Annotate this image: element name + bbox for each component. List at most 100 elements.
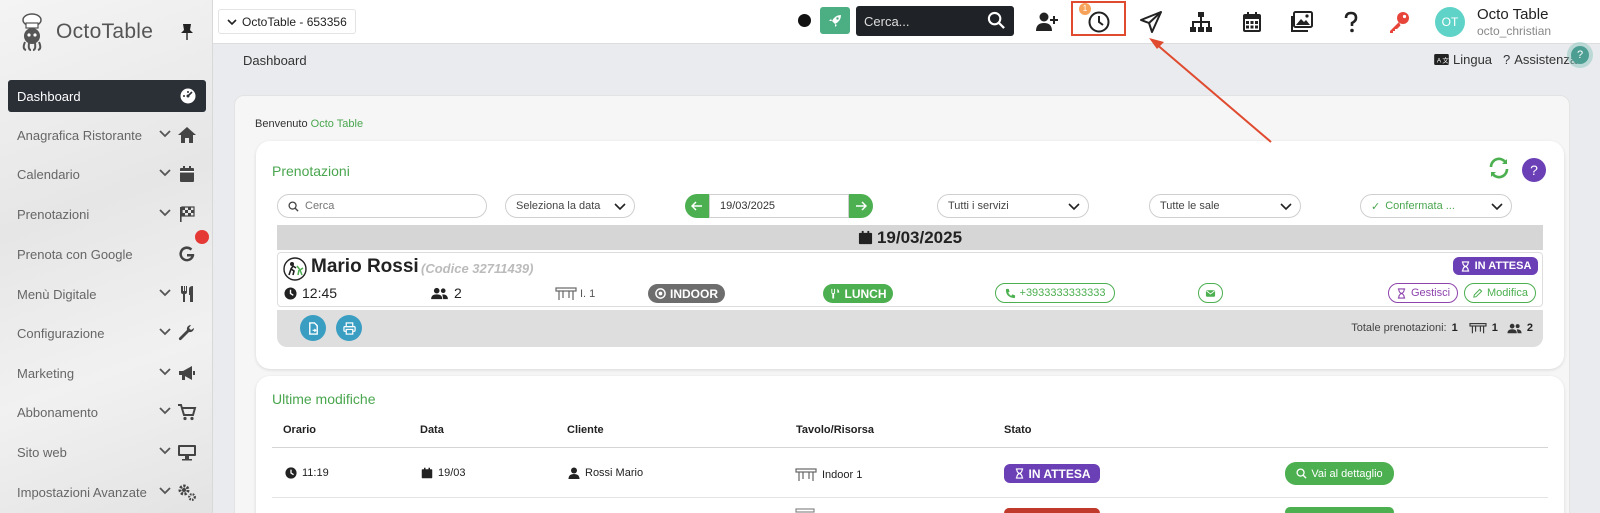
sidebar-item-marketing[interactable]: Marketing: [17, 362, 207, 384]
services-select[interactable]: Tutti i servizi: [937, 194, 1089, 218]
search-input[interactable]: [864, 13, 984, 29]
email-button[interactable]: [1198, 283, 1223, 303]
question-icon: [1344, 11, 1358, 33]
changes-title: Ultime modifiche: [272, 391, 376, 407]
manage-button[interactable]: Gestisci: [1388, 283, 1458, 303]
checkered-flag-icon: [180, 206, 195, 222]
detail-button[interactable]: Vai al dettaglio: [1285, 462, 1394, 485]
hourglass-icon: [1015, 468, 1023, 479]
chevron-down-icon: [159, 209, 171, 217]
row-client-value: Rossi Mario: [585, 467, 644, 479]
previous-day-button[interactable]: [685, 194, 709, 218]
search-icon[interactable]: [987, 11, 1006, 30]
send-button[interactable]: [1137, 8, 1165, 36]
venue-name: OctoTable - 653356: [242, 14, 347, 29]
next-day-button[interactable]: [849, 194, 873, 218]
help-bubble[interactable]: ?: [1571, 46, 1589, 64]
sidebar-item-sito-web[interactable]: Sito web: [17, 441, 207, 463]
reservation-search-input[interactable]: [305, 200, 465, 212]
reservation-row[interactable]: Mario Rossi (Codice 32711439) 12:45 2 I.…: [277, 252, 1543, 307]
reservation-time: 12:45: [302, 285, 338, 301]
pin-icon[interactable]: [180, 23, 194, 41]
date-select[interactable]: Seleziona la data: [505, 194, 635, 218]
user-handle: octo_christian: [1477, 24, 1552, 38]
date-field[interactable]: 19/03/2025: [709, 194, 849, 218]
edit-button[interactable]: Modifica: [1464, 283, 1536, 303]
welcome-prefix: Benvenuto: [255, 118, 308, 130]
reservation-search[interactable]: [277, 194, 487, 218]
status-select[interactable]: ✓ Confermata ...: [1360, 194, 1512, 218]
assistance-link[interactable]: ? Assistenza: [1503, 52, 1577, 67]
svg-text:文: 文: [1442, 55, 1449, 64]
search-icon: [288, 200, 299, 212]
sidebar-item-configurazione[interactable]: Configurazione: [17, 322, 207, 344]
password-button[interactable]: [1385, 8, 1413, 36]
chevron-down-icon: [1491, 203, 1503, 211]
sidebar: OctoTable Dashboard Anagrafica Ristorant…: [0, 0, 213, 513]
reservations-help-button[interactable]: ?: [1522, 158, 1546, 182]
table-divider: [272, 447, 1548, 448]
row-status-label: IN ATTESA: [1028, 466, 1091, 481]
status-dot: [798, 14, 811, 27]
totals-label: Totale prenotazioni:: [1351, 322, 1447, 334]
rooms-label: Tutte le sale: [1160, 200, 1220, 212]
room-badge: INDOOR: [648, 284, 725, 303]
brand[interactable]: OctoTable: [18, 12, 153, 52]
language-label: Lingua: [1453, 52, 1493, 67]
search-icon: [1296, 468, 1307, 479]
row-table: Indoor 1: [795, 467, 862, 482]
sidebar-item-abbonamento[interactable]: Abbonamento: [17, 401, 207, 423]
print-button[interactable]: [336, 315, 362, 341]
calendar-button[interactable]: [1238, 8, 1266, 36]
sidebar-item-prenotazioni[interactable]: Prenotazioni: [17, 203, 207, 225]
totals-guests: 2: [1526, 322, 1533, 334]
help-button[interactable]: [1337, 8, 1365, 36]
detail-button[interactable]: [1285, 507, 1394, 513]
brand-name: OctoTable: [56, 20, 154, 43]
service-badge: LUNCH: [823, 284, 893, 303]
add-customer-button[interactable]: [1033, 8, 1061, 36]
row-date: 19/03: [421, 467, 466, 479]
sidebar-item-menu-digitale[interactable]: Menù Digitale: [17, 283, 207, 305]
users-icon: [1507, 323, 1522, 333]
sidebar-item-label: Anagrafica Ristorante: [17, 127, 143, 143]
avatar[interactable]: OT: [1435, 7, 1465, 37]
edit-label: Modifica: [1487, 287, 1528, 299]
calendar-icon: [421, 467, 433, 479]
table-icon: [555, 287, 577, 300]
chevron-down-icon: [159, 328, 171, 336]
language-link[interactable]: A文 Lingua: [1434, 52, 1492, 67]
check-icon: ✓: [1371, 200, 1381, 213]
sidebar-item-dashboard[interactable]: Dashboard: [8, 80, 206, 112]
printer-icon: [342, 321, 356, 335]
column-header: Data: [420, 424, 444, 436]
status-label: IN ATTESA: [1474, 260, 1532, 272]
row-status-badge: [1004, 508, 1100, 513]
chevron-down-icon: [1280, 203, 1292, 211]
export-button[interactable]: [300, 315, 326, 341]
structure-button[interactable]: [1187, 8, 1215, 36]
sidebar-item-prenota-google[interactable]: Prenota con Google: [17, 243, 207, 265]
user-name[interactable]: Octo Table: [1477, 6, 1548, 23]
refresh-icon[interactable]: [1487, 156, 1511, 180]
rooms-select[interactable]: Tutte le sale: [1149, 194, 1301, 218]
paper-plane-icon: [1140, 11, 1162, 33]
date-navigator: 19/03/2025: [685, 194, 873, 218]
sidebar-item-anagrafica[interactable]: Anagrafica Ristorante: [17, 124, 207, 146]
venue-select[interactable]: OctoTable - 653356: [218, 9, 356, 34]
key-icon: [1390, 12, 1409, 33]
rocket-button[interactable]: [820, 7, 850, 34]
chevron-down-icon: [159, 169, 171, 177]
gallery-button[interactable]: [1288, 8, 1316, 36]
phone-button[interactable]: +3933333333333: [995, 283, 1115, 303]
search-box[interactable]: [856, 6, 1014, 36]
megaphone-icon: [179, 366, 195, 380]
sidebar-item-calendario[interactable]: Calendario: [17, 163, 207, 185]
status-badge: IN ATTESA: [1453, 257, 1538, 275]
services-label: Tutti i servizi: [948, 200, 1009, 212]
chevron-down-icon: [614, 203, 626, 211]
customer-name[interactable]: Mario Rossi: [311, 256, 419, 278]
calendar-icon: [180, 166, 194, 182]
sidebar-item-impostazioni[interactable]: Impostazioni Avanzate: [17, 481, 207, 503]
home-icon: [178, 127, 196, 143]
